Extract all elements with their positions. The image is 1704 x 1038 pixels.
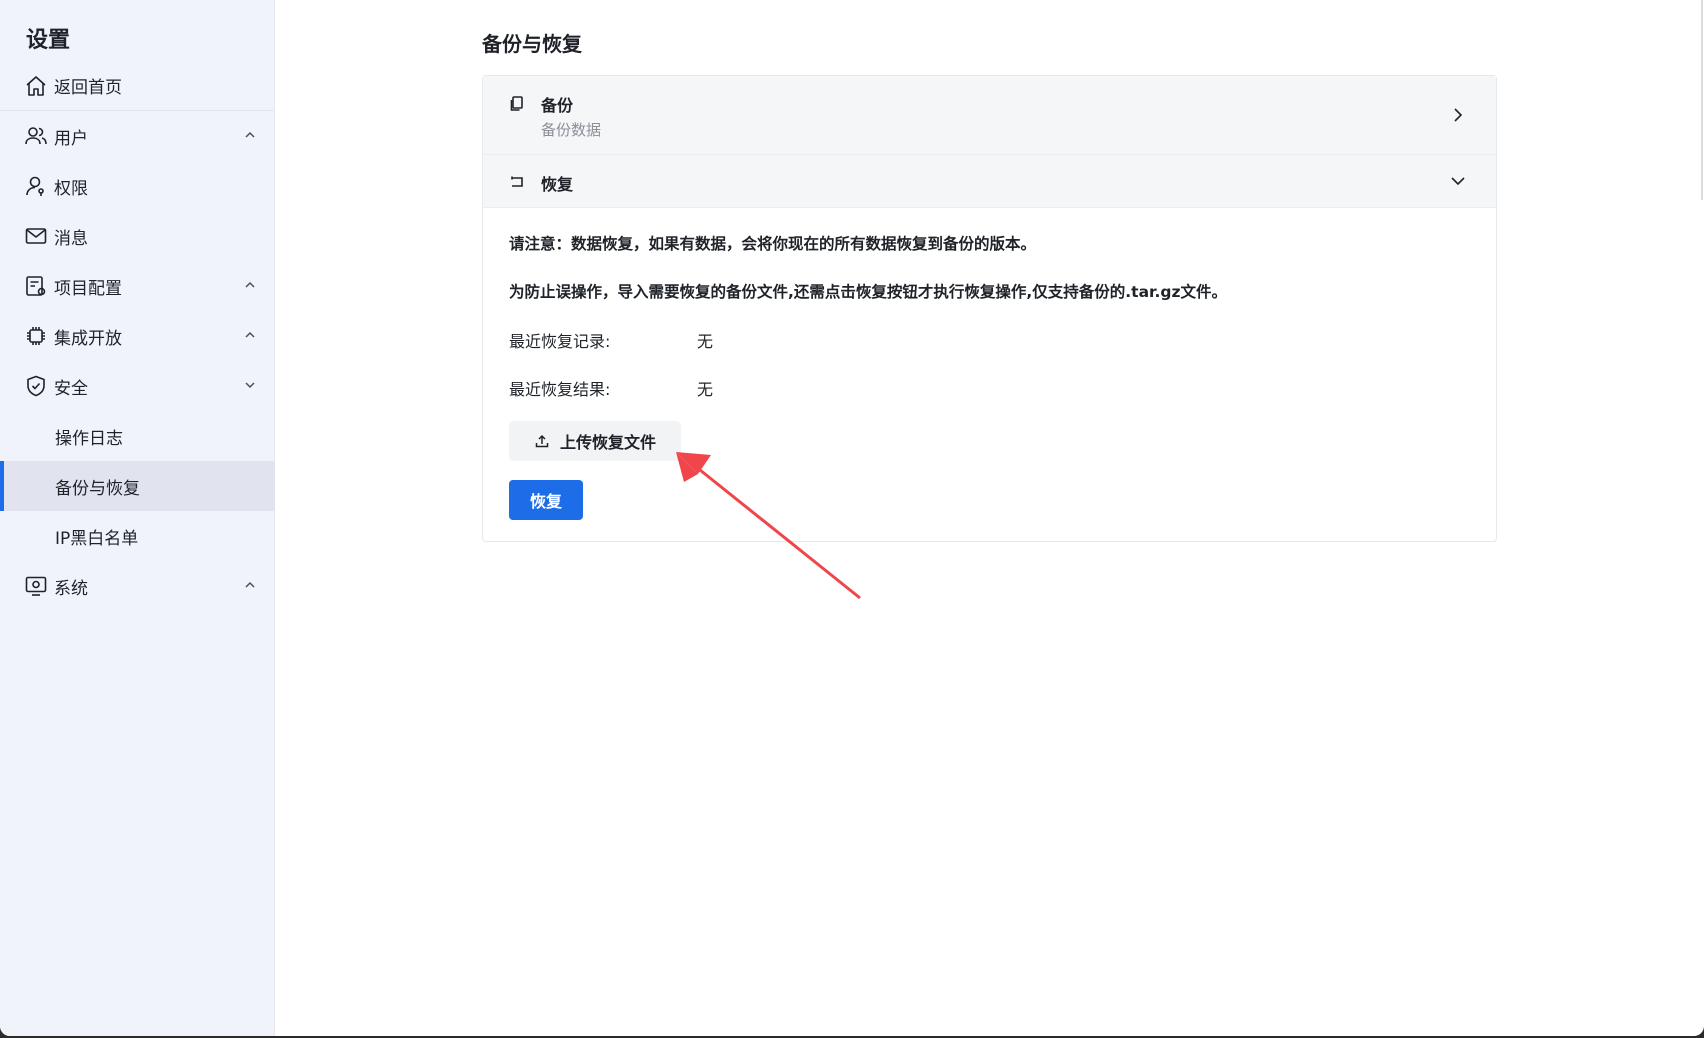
chevron-up-icon [245,331,255,338]
sidebar-title: 设置 [26,28,71,53]
app-window: 设置 返回首页 用户 权限 消息 项目配置 集成开放 安全 操作日志 备份与恢复… [0,0,1704,1036]
last-result-label: 最近恢复结果: [509,380,611,399]
monitor-icon [24,574,48,598]
sidebar-item-label: 集成开放 [54,328,122,349]
sidebar-item-users[interactable]: 用户 [0,111,275,161]
sidebar-item-label: 备份与恢复 [55,478,140,499]
chevron-right-icon [1454,108,1463,122]
last-record-label: 最近恢复记录: [509,332,611,351]
restore-title: 恢复 [541,175,574,194]
mail-icon [24,224,48,248]
restore-notice-2: 为防止误操作，导入需要恢复的备份文件,还需点击恢复按钮才执行恢复操作,仅支持备份… [509,283,1227,301]
sidebar-item-label: 系统 [54,578,88,599]
last-result-value: 无 [697,380,714,399]
sidebar-item-operation-log[interactable]: 操作日志 [0,411,275,461]
copy-icon [510,96,523,111]
sidebar-item-backup-restore[interactable]: 备份与恢复 [0,461,275,511]
sidebar-item-security[interactable]: 安全 [0,361,275,411]
chip-icon [24,324,48,348]
last-record-value: 无 [697,332,714,351]
backup-subtitle: 备份数据 [541,121,602,139]
sidebar-item-integration[interactable]: 集成开放 [0,311,275,361]
sidebar-item-label: 项目配置 [54,278,122,299]
chevron-up-icon [245,131,255,138]
sidebar-item-label: 消息 [54,228,88,249]
shield-icon [24,374,48,398]
restore-notice-1: 请注意：数据恢复，如果有数据，会将你现在的所有数据恢复到备份的版本。 [509,235,1037,253]
sidebar-item-label: 安全 [54,378,88,399]
page-title: 备份与恢复 [482,32,582,56]
sidebar-item-system[interactable]: 系统 [0,561,275,611]
return-icon [511,176,523,187]
restore-button[interactable]: 恢复 [509,480,583,520]
sidebar-item-ip-list[interactable]: IP黑白名单 [0,511,275,561]
sidebar-item-label: IP黑白名单 [55,528,139,549]
upload-icon [535,434,549,448]
users-icon [24,124,48,148]
chevron-up-icon [245,581,255,588]
user-key-icon [24,174,48,198]
chevron-down-icon [245,382,255,389]
home-icon [24,74,48,98]
sidebar-item-label: 用户 [54,128,88,149]
backup-restore-card: 备份 备份数据 恢复 请注意：数据恢复，如果有数据，会将你现在的所有数据恢复到备… [482,75,1497,542]
backup-section-header[interactable]: 备份 备份数据 [483,76,1496,155]
sidebar-item-permissions[interactable]: 权限 [0,161,275,211]
chevron-up-icon [245,281,255,288]
sidebar-item-label: 操作日志 [55,428,123,449]
sidebar-item-project-config[interactable]: 项目配置 [0,261,275,311]
upload-button-label: 上传恢复文件 [559,433,656,452]
sidebar-item-home[interactable]: 返回首页 [0,61,275,111]
upload-restore-file-button[interactable]: 上传恢复文件 [509,421,681,461]
sidebar: 设置 返回首页 用户 权限 消息 项目配置 集成开放 安全 操作日志 备份与恢复… [0,0,275,1036]
restore-section-header[interactable]: 恢复 [483,155,1496,208]
sidebar-nav: 返回首页 用户 权限 消息 项目配置 集成开放 安全 操作日志 备份与恢复 IP… [0,61,275,611]
sidebar-item-label: 权限 [54,178,88,199]
sidebar-item-label: 返回首页 [54,78,122,98]
sidebar-item-messages[interactable]: 消息 [0,211,275,261]
backup-title: 备份 [541,96,574,115]
project-config-icon [24,274,48,298]
scrollbar[interactable] [1701,0,1703,200]
chevron-down-icon [1451,177,1465,186]
